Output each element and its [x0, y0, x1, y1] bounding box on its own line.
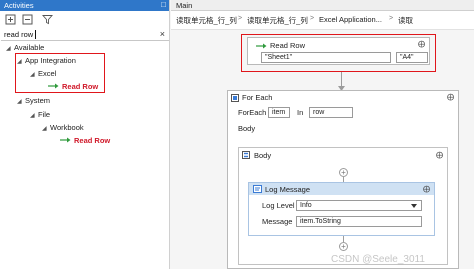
tree-item-system[interactable]: ◢ System: [17, 95, 50, 107]
message-field[interactable]: item.ToString: [296, 216, 422, 227]
add-activity-button[interactable]: +: [339, 242, 348, 251]
filter-icon[interactable]: [42, 14, 53, 25]
collapse-icon[interactable]: ⨁: [447, 93, 454, 101]
log-level-value: Info: [300, 202, 312, 209]
pin-icon[interactable]: □: [161, 0, 166, 9]
breadcrumb-item[interactable]: 读取单元格_行_列: [247, 15, 308, 26]
log-message-title: Log Message: [265, 185, 311, 194]
expand-arrow-icon[interactable]: ◢: [17, 96, 25, 108]
collapse-icon[interactable]: ⨁: [436, 151, 443, 159]
expand-arrow-icon[interactable]: ◢: [6, 43, 14, 55]
activity-read-row-workbook[interactable]: Read Row: [60, 135, 110, 147]
in-label: In: [297, 108, 304, 117]
breadcrumb-item[interactable]: Excel Application...: [319, 15, 382, 24]
log-message-icon: [253, 185, 262, 193]
foreach-in-field[interactable]: row: [309, 107, 353, 118]
search-input[interactable]: read row: [4, 30, 33, 39]
expand-arrow-icon[interactable]: ◢: [42, 123, 50, 135]
tree-item-workbook[interactable]: ◢ Workbook: [42, 122, 84, 134]
breadcrumb-separator: >: [389, 15, 394, 22]
add-activity-button[interactable]: +: [339, 168, 348, 177]
collapse-all-icon[interactable]: [22, 14, 33, 25]
chevron-down-icon[interactable]: [411, 204, 417, 208]
text-caret: [35, 30, 36, 39]
expand-arrow-icon[interactable]: ◢: [30, 110, 38, 122]
for-each-title: For Each: [242, 93, 273, 102]
designer-tab-strip: Main: [171, 0, 474, 11]
tree-item-file[interactable]: ◢ File: [30, 109, 50, 121]
breadcrumb-separator: >: [310, 15, 315, 22]
breadcrumb-separator: >: [238, 15, 243, 22]
activities-title-bar: Activities □: [0, 0, 169, 11]
designer-canvas: Read Row ⨁ "Sheet1" "A4" For Each ⨁ ForE…: [171, 31, 474, 269]
breadcrumb-item[interactable]: 读取: [398, 15, 413, 26]
activities-toolbar: [0, 11, 169, 28]
foreach-label: ForEach: [238, 108, 267, 117]
highlight-box: [241, 34, 436, 72]
tree-label: File: [38, 110, 51, 119]
loop-icon: [231, 94, 239, 102]
for-each-activity[interactable]: For Each ⨁ ForEach item In row Body Body…: [227, 90, 459, 269]
breadcrumb: 读取单元格_行_列 > 读取单元格_行_列 > Excel Applicatio…: [171, 11, 474, 30]
body-sequence[interactable]: Body ⨁ + Log Message ⨁ Log Level Info Me…: [238, 147, 448, 265]
sequence-icon: [242, 151, 250, 159]
collapse-icon[interactable]: ⨁: [423, 185, 430, 193]
message-label: Message: [262, 217, 293, 226]
log-level-label: Log Level: [262, 201, 295, 210]
body-label: Body: [238, 124, 256, 133]
tree-label: Read Row: [74, 136, 111, 145]
tree-label: Available: [14, 43, 45, 52]
tab-main[interactable]: Main: [176, 1, 192, 10]
tree-label: Workbook: [50, 123, 84, 132]
log-level-select[interactable]: Info: [296, 200, 422, 211]
activities-search[interactable]: read row ×: [1, 29, 169, 41]
activities-title: Activities: [4, 1, 34, 10]
log-message-activity[interactable]: Log Message ⨁ Log Level Info Message ite…: [248, 182, 435, 236]
activities-panel: Activities □ read row × ◢ Available ◢ App …: [0, 0, 170, 269]
tree-label: System: [25, 96, 51, 105]
read-row-icon: [60, 137, 71, 143]
breadcrumb-item[interactable]: 读取单元格_行_列: [176, 15, 237, 26]
body-sequence-title: Body: [254, 151, 272, 160]
watermark: CSDN @Seele_3011: [331, 254, 425, 265]
clear-search-icon[interactable]: ×: [160, 29, 165, 39]
expand-all-icon[interactable]: [5, 14, 16, 25]
foreach-item-field[interactable]: item: [268, 107, 290, 118]
highlight-box: [15, 53, 105, 93]
